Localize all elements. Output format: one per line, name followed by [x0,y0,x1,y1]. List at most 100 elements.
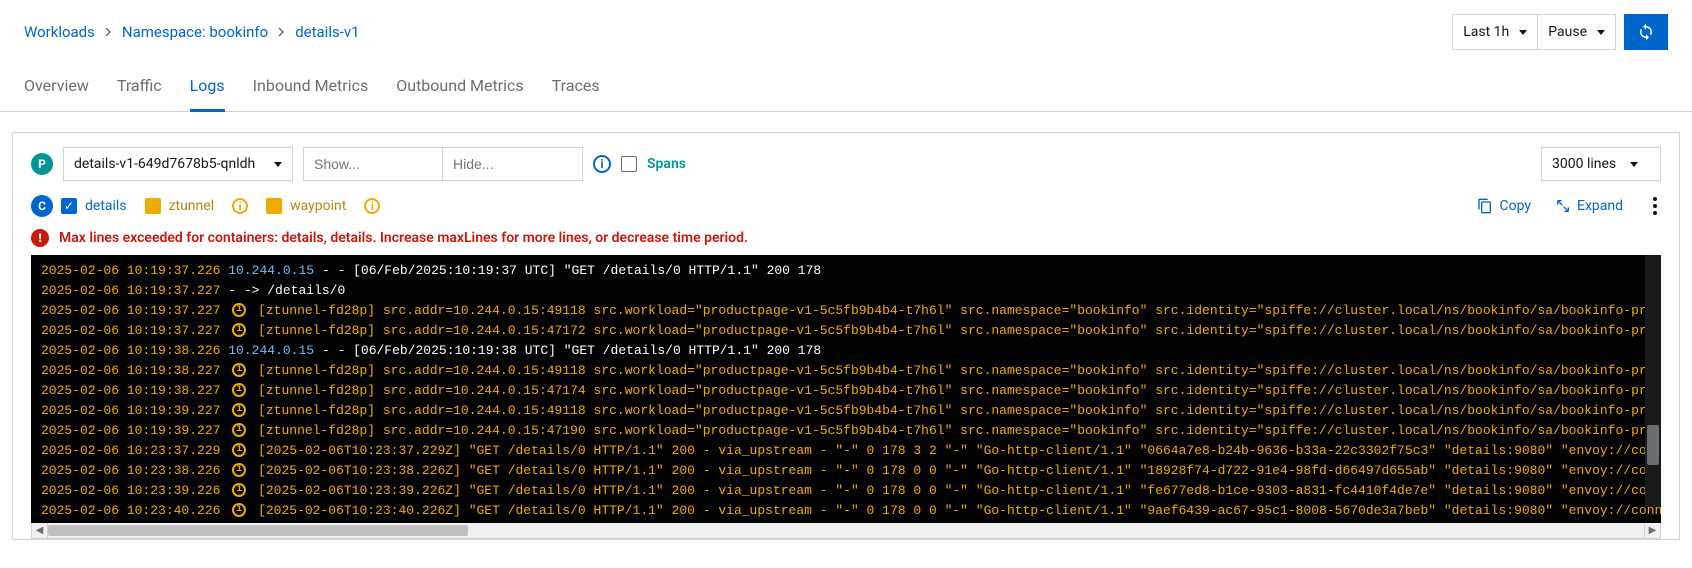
horizontal-scrollbar-track[interactable]: ◀ ▶ [31,523,1661,539]
expand-label: Expand [1577,198,1623,214]
log-info-icon[interactable]: i [232,423,246,437]
pod-badge: P [31,153,53,175]
max-lines-select[interactable]: 3000 lines [1541,147,1661,181]
vertical-scrollbar-thumb[interactable] [1647,425,1659,465]
log-line: 2025-02-06 10:19:39.227 i [ztunnel-fd28p… [41,401,1651,421]
caret-down-icon [1597,30,1605,35]
copy-label: Copy [1499,198,1531,214]
log-text: [2025-02-06T10:23:40.226Z] "GET /details… [258,503,1661,518]
log-info-icon[interactable]: i [232,463,246,477]
container-waypoint-checkbox[interactable]: ✓ [266,198,282,214]
copy-button[interactable]: Copy [1477,198,1531,214]
log-line: 2025-02-06 10:19:37.227 - -> /details/0 [41,281,1651,301]
tab-outbound-metrics[interactable]: Outbound Metrics [396,76,523,112]
log-text: [ztunnel-fd28p] src.addr=10.244.0.15:471… [258,323,1661,338]
container-ztunnel-checkbox[interactable]: ✓ [145,198,161,214]
error-icon: ! [31,229,49,247]
ztunnel-warning-icon[interactable]: i [232,198,248,214]
chevron-right-icon [278,27,285,37]
chevron-right-icon [105,27,112,37]
log-ip: 10.244.0.15 [228,343,314,358]
log-info-icon[interactable]: i [232,483,246,497]
spans-checkbox[interactable] [621,156,637,172]
tab-traces[interactable]: Traces [552,76,600,112]
refresh-mode-label: Pause [1548,24,1587,40]
tab-inbound-metrics[interactable]: Inbound Metrics [253,76,369,112]
time-range-label: Last 1h [1463,24,1509,40]
caret-down-icon [1630,162,1638,167]
kebab-menu[interactable] [1649,193,1661,219]
max-lines-alert: ! Max lines exceeded for containers: det… [31,229,1661,247]
horizontal-scrollbar-thumb[interactable] [48,525,468,536]
refresh-mode-select[interactable]: Pause [1538,14,1616,50]
log-info-icon[interactable]: i [232,503,246,517]
log-text: - - [06/Feb/2025:10:19:37 UTC] "GET /det… [322,263,821,278]
log-line: 2025-02-06 10:19:37.227 i [ztunnel-fd28p… [41,321,1651,341]
container-ztunnel-label: ztunnel [169,198,215,214]
hide-filter-input[interactable] [443,147,583,181]
log-line: 2025-02-06 10:23:38.226 i [2025-02-06T10… [41,461,1651,481]
tab-overview[interactable]: Overview [24,76,89,112]
expand-icon [1555,198,1571,214]
max-lines-label: 3000 lines [1552,156,1616,172]
log-timestamp: 2025-02-06 10:23:37.229 [41,443,220,458]
log-timestamp: 2025-02-06 10:19:37.226 [41,263,220,278]
log-line: 2025-02-06 10:19:39.227 i [ztunnel-fd28p… [41,421,1651,441]
log-text: [ztunnel-fd28p] src.addr=10.244.0.15:471… [258,423,1661,438]
filter-info-icon[interactable]: i [593,155,611,173]
spans-label: Spans [647,156,686,172]
log-text: [2025-02-06T10:23:37.229Z] "GET /details… [258,443,1661,458]
log-line: 2025-02-06 10:19:37.226 10.244.0.15 - - … [41,261,1651,281]
breadcrumb-workload[interactable]: details-v1 [295,23,359,41]
log-timestamp: 2025-02-06 10:19:37.227 [41,283,220,298]
breadcrumb-workloads[interactable]: Workloads [24,23,95,41]
container-details-label: details [85,198,127,214]
log-info-icon[interactable]: i [232,383,246,397]
tab-logs[interactable]: Logs [190,76,225,112]
log-text: [2025-02-06T10:23:39.226Z] "GET /details… [258,483,1661,498]
log-info-icon[interactable]: i [232,403,246,417]
pod-select-label: details-v1-649d7678b5-qnldh [74,156,260,172]
log-timestamp: 2025-02-06 10:19:38.226 [41,343,220,358]
time-range-select[interactable]: Last 1h [1452,14,1538,50]
log-info-icon[interactable]: i [232,363,246,377]
log-info-icon[interactable]: i [232,323,246,337]
scroll-left-button[interactable]: ◀ [32,523,48,538]
log-timestamp: 2025-02-06 10:19:37.227 [41,323,220,338]
logs-panel: P details-v1-649d7678b5-qnldh i Spans 30… [12,132,1680,540]
copy-icon [1477,198,1493,214]
log-timestamp: 2025-02-06 10:23:40.226 [41,503,220,518]
refresh-icon [1637,23,1655,41]
breadcrumb-namespace[interactable]: Namespace: bookinfo [122,23,268,41]
log-viewer[interactable]: 2025-02-06 10:19:37.226 10.244.0.15 - - … [31,255,1661,523]
container-details-checkbox[interactable]: ✓ [61,198,77,214]
log-line: 2025-02-06 10:19:38.226 10.244.0.15 - - … [41,341,1651,361]
log-timestamp: 2025-02-06 10:19:39.227 [41,403,220,418]
log-text: - - [06/Feb/2025:10:19:38 UTC] "GET /det… [322,343,821,358]
log-ip: 10.244.0.15 [228,263,314,278]
container-badge: C [31,195,53,217]
log-info-icon[interactable]: i [232,443,246,457]
waypoint-warning-icon[interactable]: i [364,198,380,214]
log-timestamp: 2025-02-06 10:19:37.227 [41,303,220,318]
pod-select[interactable]: details-v1-649d7678b5-qnldh [63,147,293,181]
container-waypoint-label: waypoint [290,198,346,214]
vertical-scrollbar-track[interactable] [1645,255,1661,507]
log-timestamp: 2025-02-06 10:23:39.226 [41,483,220,498]
expand-button[interactable]: Expand [1555,198,1623,214]
show-filter-input[interactable] [303,147,443,181]
scroll-right-button[interactable]: ▶ [1644,523,1660,538]
log-text: [ztunnel-fd28p] src.addr=10.244.0.15:491… [258,303,1661,318]
log-timestamp: 2025-02-06 10:19:38.227 [41,383,220,398]
log-line: 2025-02-06 10:19:38.227 i [ztunnel-fd28p… [41,381,1651,401]
log-timestamp: 2025-02-06 10:23:38.226 [41,463,220,478]
breadcrumb: Workloads Namespace: bookinfo details-v1 [24,23,360,41]
refresh-button[interactable] [1624,14,1668,50]
tab-traffic[interactable]: Traffic [117,76,162,112]
caret-down-icon [274,162,282,167]
log-line: 2025-02-06 10:23:40.226 i [2025-02-06T10… [41,501,1651,521]
log-line: 2025-02-06 10:23:39.226 i [2025-02-06T10… [41,481,1651,501]
log-info-icon[interactable]: i [232,303,246,317]
caret-down-icon [1519,30,1527,35]
log-text: [2025-02-06T10:23:38.226Z] "GET /details… [258,463,1661,478]
